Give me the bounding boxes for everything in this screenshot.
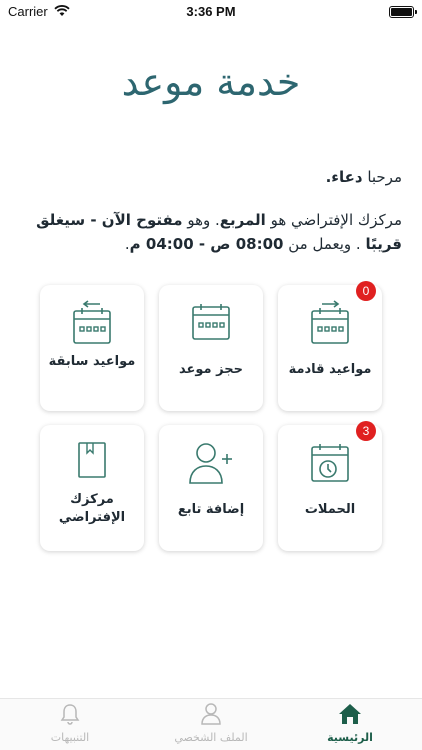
add-dependent-tile[interactable]: إضافة تابع — [159, 425, 263, 551]
virtual-center-tile[interactable]: مركزك الإفتراضي — [40, 425, 144, 551]
home-icon — [339, 704, 361, 724]
past-calendar-icon — [40, 299, 144, 351]
center-info-text-3: . ويعمل من — [283, 235, 366, 253]
center-info-text: مركزك الإفتراضي هو — [265, 211, 402, 229]
calendar-icon — [159, 299, 263, 351]
battery-icon — [389, 6, 417, 18]
book-appointment-tile[interactable]: حجز موعد — [159, 285, 263, 411]
calendar-clock-icon — [278, 439, 382, 491]
tab-notifications[interactable]: التنبيهات — [0, 703, 140, 744]
app-title: خدمة موعد — [121, 60, 301, 104]
upcoming-appointments-tile[interactable]: 0 مواعيد قادمة — [278, 281, 382, 411]
greeting: مرحبا دعاء. — [20, 168, 402, 186]
campaigns-tile[interactable]: 3 الحملات — [278, 421, 382, 551]
center-info: مركزك الإفتراضي هو المربع. وهو مفتوح الآ… — [20, 208, 402, 256]
book-icon — [40, 439, 144, 491]
book-appointment-label: حجز موعد — [179, 362, 243, 377]
campaigns-label: الحملات — [304, 502, 356, 517]
tab-profile-label: الملف الشخصي — [174, 731, 248, 744]
upcoming-count-badge: 0 — [356, 281, 376, 301]
center-name: المربع — [219, 211, 266, 229]
campaigns-count-badge: 3 — [356, 421, 376, 441]
profile-icon — [201, 703, 221, 725]
greeting-prefix: مرحبا — [367, 168, 402, 186]
tab-notifications-label: التنبيهات — [50, 731, 90, 744]
past-appointments-label: مواعيد سابقة — [48, 354, 136, 369]
center-info-text-2: . وهو — [182, 211, 220, 229]
tab-bar: الرئيسية الملف الشخصي التنبيهات — [0, 698, 422, 750]
upcoming-appointments-label: مواعيد قادمة — [288, 362, 372, 377]
user-name: دعاء. — [325, 168, 363, 186]
tab-home-label: الرئيسية — [327, 731, 373, 744]
past-appointments-tile[interactable]: مواعيد سابقة — [40, 285, 144, 411]
status-time: 3:36 PM — [186, 4, 236, 19]
add-user-icon — [159, 439, 263, 491]
virtual-center-label: مركزك الإفتراضي — [58, 492, 126, 525]
tab-profile[interactable]: الملف الشخصي — [141, 703, 281, 744]
upcoming-calendar-icon — [278, 299, 382, 351]
add-dependent-label: إضافة تابع — [177, 502, 245, 517]
status-bar: Carrier 3:36 PM — [0, 0, 422, 24]
bell-icon — [60, 704, 80, 725]
tab-home[interactable]: الرئيسية — [280, 703, 420, 744]
working-hours: 08:00 ص - 04:00 م — [129, 235, 284, 253]
